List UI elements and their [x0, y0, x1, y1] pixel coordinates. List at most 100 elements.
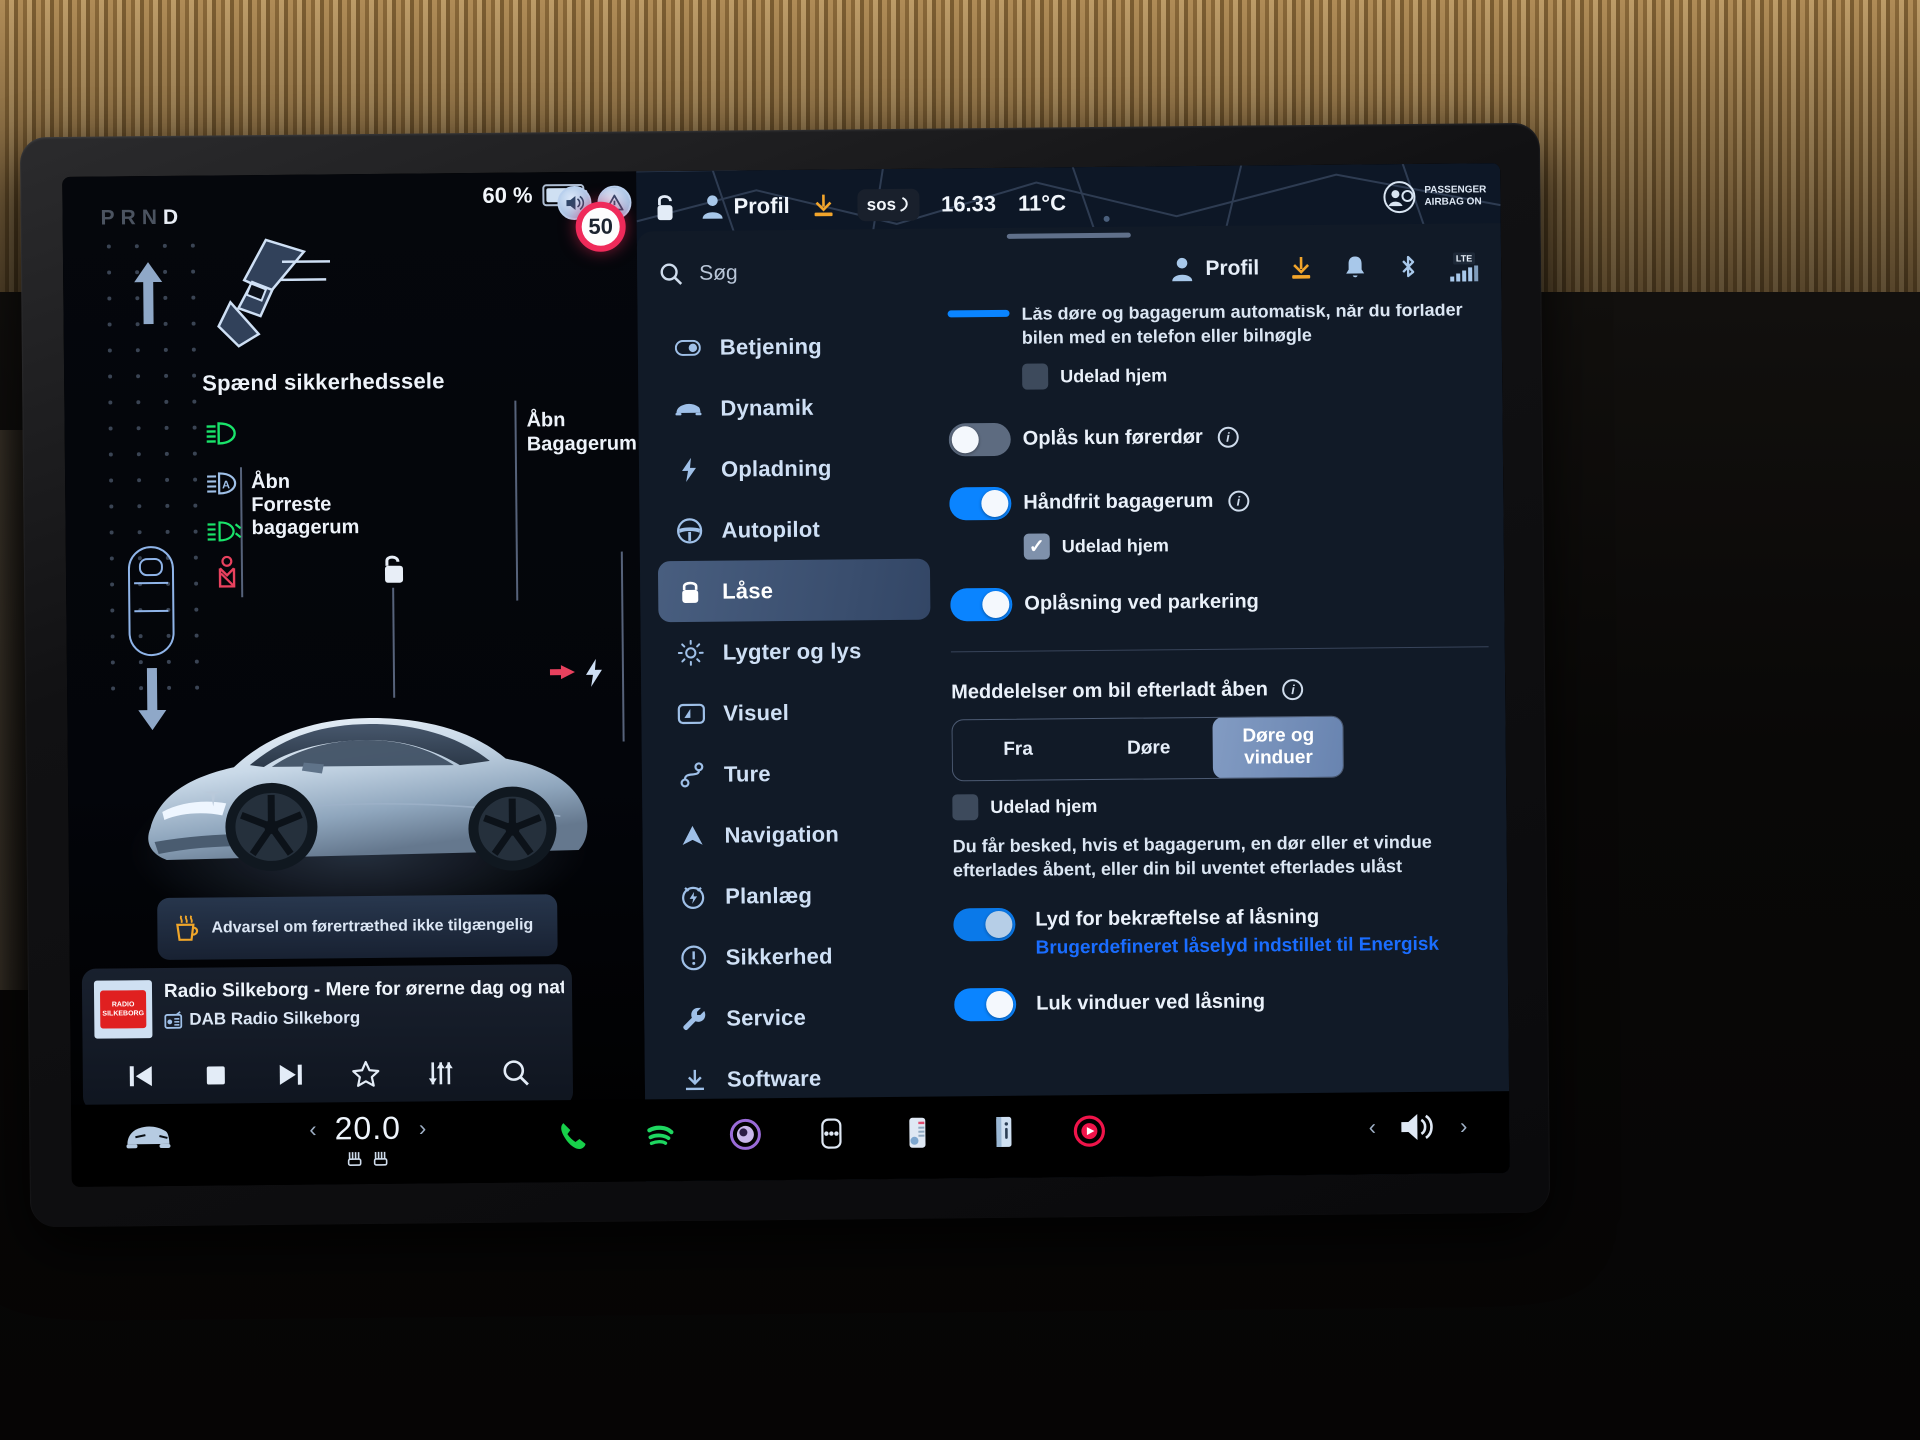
- notification-bell-icon[interactable]: [1343, 254, 1367, 280]
- clock-bolt-icon: [679, 883, 707, 909]
- previous-track-button[interactable]: [125, 1061, 155, 1091]
- seat-heater-right-icon[interactable]: [372, 1149, 390, 1167]
- seatbelt-alert-text: Spænd sikkerhedssele: [202, 368, 445, 396]
- sidebar-item-betjening[interactable]: Betjening: [656, 315, 929, 379]
- driver-attention-text: Advarsel om førertræthed ikke tilgængeli…: [211, 916, 534, 937]
- close-windows-label: Luk vinduer ved låsning: [1036, 990, 1266, 1015]
- driver-attention-card[interactable]: Advarsel om førertræthed ikke tilgængeli…: [157, 894, 558, 961]
- lock-sound-toggle[interactable]: [953, 907, 1016, 942]
- svg-text:A: A: [222, 479, 230, 491]
- sos-button[interactable]: sos: [857, 188, 920, 222]
- person-icon: [1172, 257, 1193, 282]
- sidebar-item-lygter-og-lys[interactable]: Lygter og lys: [658, 620, 931, 684]
- front-trunk-label-line1: Åbn: [251, 470, 291, 494]
- segment-option-fra[interactable]: Fra: [952, 719, 1083, 780]
- media-player-icon[interactable]: [1067, 1109, 1111, 1153]
- left-open-segmented-control[interactable]: Fra Døre Døre og vinduer: [951, 715, 1345, 782]
- hands-free-exclude-home-checkbox[interactable]: ✓: [1023, 533, 1050, 560]
- fog-light-icon: [207, 521, 242, 542]
- lock-sound-sublink[interactable]: Brugerdefineret låselyd indstillet til E…: [1036, 934, 1440, 960]
- touchscreen-display: PRND Spænd sikkerhedssele A Åbn Forreste…: [62, 163, 1510, 1187]
- walkaway-exclude-home-checkbox[interactable]: [1022, 363, 1049, 390]
- sun-icon: [677, 639, 705, 666]
- left-open-exclude-home-row[interactable]: Udelad hjem: [952, 789, 1490, 821]
- radio-icon: [164, 1011, 183, 1029]
- sidebar-item-opladning[interactable]: Opladning: [657, 437, 930, 501]
- trip-icon: [678, 761, 706, 787]
- stop-button[interactable]: [200, 1060, 230, 1090]
- sidebar-item-label: Software: [726, 1065, 822, 1092]
- settings-drag-handle[interactable]: [1006, 232, 1131, 239]
- driver-door-only-toggle[interactable]: [948, 422, 1011, 457]
- car-controls-icon[interactable]: [123, 1120, 173, 1152]
- climate-app-icon[interactable]: [895, 1111, 939, 1155]
- steering-wheel-icon: [675, 517, 703, 544]
- software-download-icon[interactable]: [812, 192, 836, 218]
- sidebar-item-navigation[interactable]: Navigation: [660, 803, 933, 867]
- media-source-row: DAB Radio Silkeborg: [164, 1008, 360, 1030]
- unlock-on-park-toggle[interactable]: [950, 587, 1013, 622]
- volume-control: ‹ ›: [1369, 1109, 1468, 1144]
- walkaway-lock-toggle-clipped[interactable]: [947, 309, 1010, 318]
- media-player-card[interactable]: RADIO SILKEBORG Radio Silkeborg - Mere f…: [81, 964, 574, 1111]
- bluetooth-icon[interactable]: [1397, 254, 1419, 280]
- hands-free-trunk-toggle[interactable]: [949, 486, 1012, 521]
- equalizer-button[interactable]: [425, 1058, 455, 1088]
- volume-decrease-button[interactable]: ‹: [1369, 1114, 1377, 1140]
- sidebar-item-dynamik[interactable]: Dynamik: [656, 376, 929, 440]
- hands-free-exclude-home-row[interactable]: ✓ Udelad hjem: [1023, 529, 1488, 560]
- left-open-title: Meddelelser om bil efterladt åben: [951, 678, 1269, 704]
- temp-increase-button[interactable]: ›: [419, 1115, 427, 1141]
- header-profile-button[interactable]: Profil: [1170, 255, 1259, 282]
- walkaway-exclude-home-row[interactable]: Udelad hjem: [1022, 359, 1486, 390]
- voice-assistant-icon[interactable]: [723, 1112, 767, 1156]
- rear-trunk-label-line1: Åbn: [526, 409, 566, 432]
- driver-door-only-info-icon[interactable]: i: [1217, 426, 1239, 449]
- lock-sound-label: Lyd for bekræftelse af låsning: [1035, 905, 1320, 931]
- temperature-value[interactable]: 20.0: [334, 1110, 401, 1148]
- left-open-exclude-home-checkbox[interactable]: [952, 794, 979, 821]
- sidebar-item-autopilot[interactable]: Autopilot: [657, 498, 930, 562]
- airbag-line2: AIRBAG ON: [1424, 196, 1482, 208]
- unlocked-padlock-icon[interactable]: [652, 192, 678, 222]
- left-open-description: Du får besked, hvis et bagagerum, en dør…: [952, 831, 1432, 881]
- volume-increase-button[interactable]: ›: [1460, 1113, 1468, 1139]
- hands-free-trunk-info-icon[interactable]: i: [1227, 490, 1250, 512]
- close-windows-toggle[interactable]: [954, 987, 1017, 1022]
- sidebar-item-planlaeg[interactable]: Planlæg: [661, 864, 934, 928]
- section-divider: [950, 646, 1489, 653]
- settings-panel: Søg Profil LTE Betjening Dynamik Opladni…: [636, 223, 1510, 1182]
- segment-option-doere-og-vinduer[interactable]: Døre og vinduer: [1212, 715, 1345, 779]
- left-open-info-icon[interactable]: i: [1282, 679, 1304, 701]
- glovebox-app-icon[interactable]: [981, 1110, 1025, 1154]
- passenger-airbag-icon: [1383, 181, 1416, 214]
- search-media-button[interactable]: [500, 1057, 530, 1087]
- hands-free-trunk-row: Håndfrit bagagerum i: [1023, 489, 1250, 516]
- seat-heater-left-icon[interactable]: [346, 1149, 364, 1167]
- software-download-icon[interactable]: [1289, 255, 1313, 281]
- next-track-button[interactable]: [275, 1060, 305, 1090]
- sidebar-item-visuel[interactable]: Visuel: [659, 681, 932, 745]
- spotify-app-icon[interactable]: [637, 1113, 681, 1157]
- segment-option-doere[interactable]: Døre: [1083, 718, 1214, 779]
- seat-heater-row: [346, 1149, 390, 1167]
- favorite-button[interactable]: [350, 1059, 380, 1089]
- more-apps-icon[interactable]: [809, 1111, 853, 1155]
- front-trunk-label-line2: Forreste: [251, 493, 332, 517]
- search-input[interactable]: Søg: [659, 261, 738, 286]
- sidebar-item-sikkerhed[interactable]: Sikkerhed: [661, 925, 934, 989]
- phone-app-icon[interactable]: [551, 1114, 595, 1158]
- sidebar-item-service[interactable]: Service: [662, 986, 935, 1050]
- sidebar-item-laase[interactable]: Låse: [657, 558, 931, 623]
- car-icon: [674, 400, 702, 416]
- volume-icon[interactable]: [1398, 1110, 1438, 1144]
- bolt-icon: [675, 456, 703, 482]
- temp-decrease-button[interactable]: ‹: [309, 1116, 317, 1142]
- media-source-label: DAB Radio Silkeborg: [189, 1008, 361, 1029]
- media-controls: [83, 1046, 573, 1103]
- media-title: Radio Silkeborg - Mere for ørerne dag og…: [163, 977, 565, 1002]
- sidebar-item-label: Sikkerhed: [725, 943, 833, 970]
- outside-temperature: 11°C: [1017, 190, 1067, 216]
- status-profile[interactable]: Profil: [700, 193, 790, 220]
- sidebar-item-ture[interactable]: Ture: [660, 742, 933, 806]
